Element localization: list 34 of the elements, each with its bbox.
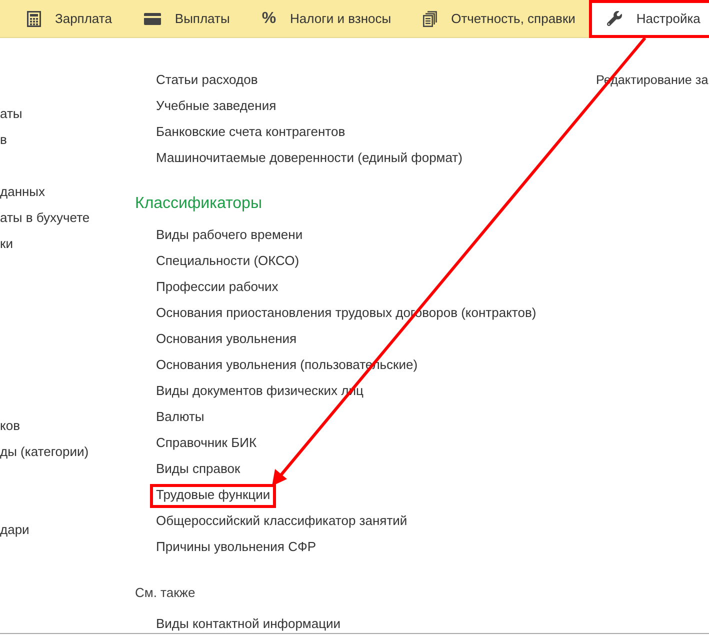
menu-link[interactable]: ды (категории)	[0, 444, 89, 460]
catalog-link[interactable]: Виды контактной информации	[156, 616, 341, 632]
menu-link[interactable]: в	[0, 132, 7, 148]
section-tab[interactable]: Выплаты	[128, 0, 246, 37]
section-tab[interactable]: Отчетность, справки	[407, 0, 592, 37]
catalog-link[interactable]: Валюты	[156, 409, 204, 425]
menu-link[interactable]: ки	[0, 236, 13, 252]
menu-link[interactable]: данных	[0, 184, 46, 200]
menu-link[interactable]: аты в бухучете	[0, 210, 90, 226]
catalog-link[interactable]: Причины увольнения СФР	[156, 539, 316, 555]
catalog-link[interactable]: Виды рабочего времени	[156, 227, 303, 243]
catalog-link[interactable]: Виды справок	[156, 461, 240, 477]
calculator-icon	[27, 10, 41, 26]
section-tab[interactable]: % Налоги и взносы	[246, 0, 408, 37]
percent-icon: %	[262, 10, 276, 26]
documents-icon	[423, 10, 438, 26]
menu-link[interactable]: аты	[0, 106, 22, 122]
section-heading: Классификаторы	[135, 194, 262, 214]
catalog-link[interactable]: Машиночитаемые доверенности (единый формат)	[156, 150, 462, 166]
menu-link[interactable]: дари	[0, 522, 30, 538]
catalog-link[interactable]: Банковские счета контрагентов	[156, 124, 346, 140]
catalog-link[interactable]: Профессии рабочих	[156, 279, 278, 295]
section-heading: См. также	[135, 584, 196, 602]
catalog-link[interactable]: Статьи расходов	[156, 72, 258, 88]
catalog-link[interactable]: Справочник БИК	[156, 435, 257, 451]
wrench-icon	[607, 11, 622, 26]
catalog-link[interactable]: Общероссийский классификатор занятий	[156, 513, 408, 529]
catalog-link[interactable]: Трудовые функции	[156, 487, 270, 503]
section-tab[interactable]: Зарплата	[11, 0, 128, 37]
catalog-link[interactable]: Специальности (ОКСО)	[156, 253, 300, 269]
menu-link[interactable]: ков	[0, 418, 20, 434]
catalog-link[interactable]: Основания увольнения	[156, 331, 297, 347]
catalog-link[interactable]: Учебные заведения	[156, 98, 276, 114]
card-icon	[144, 12, 161, 24]
